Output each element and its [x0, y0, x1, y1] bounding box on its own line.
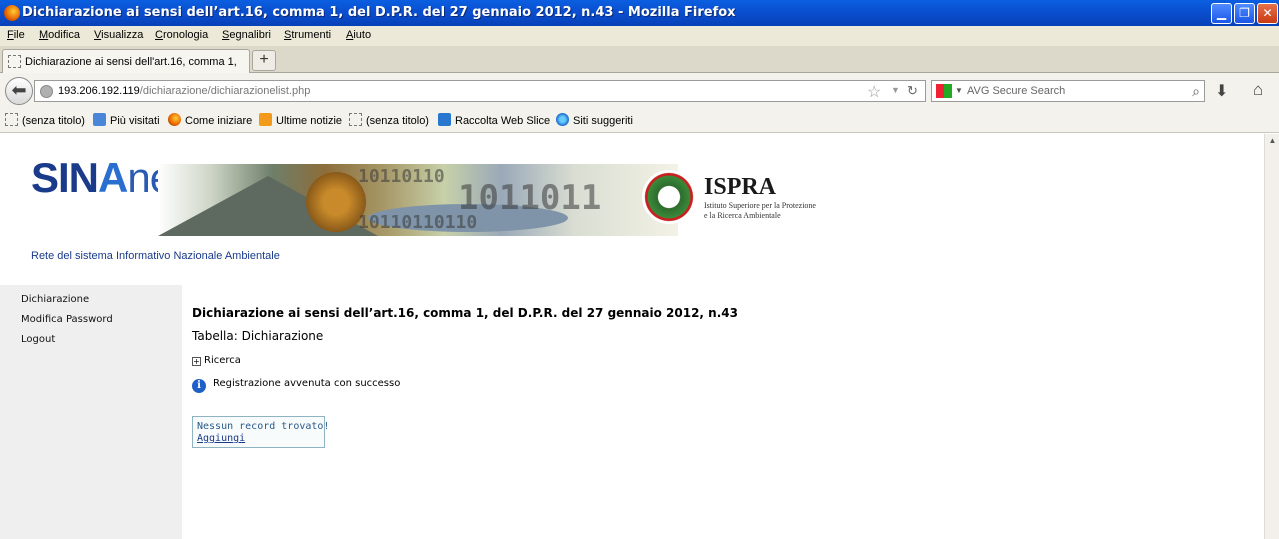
- bookmark-label: (senza titolo): [22, 115, 85, 127]
- most-visited-icon: [93, 113, 106, 126]
- search-engine-dropdown-icon[interactable]: ▼: [955, 86, 963, 95]
- bookmark-label: Raccolta Web Slice: [455, 115, 551, 127]
- menu-file[interactable]: File: [7, 29, 25, 41]
- ispra-name: ISPRA: [704, 174, 777, 200]
- url-host: 193.206.192.119: [58, 85, 140, 97]
- bookmark-siti-suggeriti[interactable]: Siti suggeriti: [556, 113, 633, 127]
- tree-graphic: [306, 172, 366, 232]
- sidebar-item-modifica-password[interactable]: Modifica Password: [21, 314, 113, 325]
- table-title: Tabella: Dichiarazione: [192, 329, 324, 343]
- home-icon[interactable]: ⌂: [1253, 80, 1263, 100]
- url-text[interactable]: 193.206.192.119/dichiarazione/dichiarazi…: [58, 85, 310, 97]
- sidebar-item-dichiarazione[interactable]: Dichiarazione: [21, 294, 89, 305]
- no-records-box: Nessun record trovato! Aggiungi: [192, 416, 329, 448]
- menu-strumenti[interactable]: Strumenti: [284, 29, 331, 41]
- new-tab-button[interactable]: +: [252, 50, 276, 71]
- menu-bar: File Modifica Visualizza Cronologia Segn…: [0, 26, 1279, 46]
- vertical-scrollbar[interactable]: ▲: [1264, 134, 1279, 539]
- page-content: SINAnet 10110110 1011011 10110110110 ISP…: [0, 134, 1264, 539]
- logo-part-a: A: [98, 154, 128, 201]
- reload-icon[interactable]: ↻: [907, 83, 918, 99]
- window-titlebar: Dichiarazione ai sensi dell’art.16, comm…: [0, 0, 1279, 26]
- maximize-button[interactable]: ❐: [1234, 3, 1255, 24]
- firefox-icon: [168, 113, 181, 126]
- ie-icon: [556, 113, 569, 126]
- search-toggle-label: Ricerca: [204, 355, 241, 366]
- binary-digits: 10110110110: [358, 212, 478, 233]
- download-icon[interactable]: ⬇: [1215, 81, 1228, 101]
- sidebar-item-logout[interactable]: Logout: [21, 334, 55, 345]
- tab-bar: Dichiarazione ai sensi dell'art.16, comm…: [0, 46, 1279, 73]
- bookmark-senza-titolo-1[interactable]: (senza titolo): [5, 113, 85, 127]
- magnifier-icon[interactable]: ⌕: [1192, 83, 1200, 100]
- minimize-button[interactable]: ▁: [1211, 3, 1232, 24]
- page-title: Dichiarazione ai sensi dell’art.16, comm…: [192, 306, 738, 320]
- ispra-subtitle-line: Istituto Superiore per la Protezione: [704, 201, 816, 210]
- ispra-subtitle: Istituto Superiore per la Protezione e l…: [704, 201, 816, 221]
- rss-icon: [259, 113, 272, 126]
- back-button[interactable]: ⬅: [5, 77, 33, 105]
- search-placeholder: AVG Secure Search: [967, 85, 1066, 97]
- success-message: i Registrazione avvenuta con successo: [192, 378, 400, 393]
- globe-icon: [40, 85, 53, 98]
- bookmark-raccolta-web-slice[interactable]: Raccolta Web Slice: [438, 113, 550, 127]
- window-title: Dichiarazione ai sensi dell’art.16, comm…: [22, 5, 736, 20]
- blank-page-icon: [349, 113, 362, 126]
- italian-republic-emblem: [642, 170, 696, 224]
- menu-aiuto[interactable]: Aiuto: [346, 29, 371, 41]
- bookmark-star-icon[interactable]: ☆: [867, 82, 881, 102]
- site-tagline: Rete del sistema Informativo Nazionale A…: [31, 250, 280, 262]
- tab-dichiarazione[interactable]: Dichiarazione ai sensi dell'art.16, comm…: [2, 49, 250, 73]
- search-toggle[interactable]: + Ricerca: [192, 355, 241, 366]
- url-bar[interactable]: 193.206.192.119/dichiarazione/dichiarazi…: [34, 80, 926, 102]
- menu-modifica[interactable]: Modifica: [39, 29, 80, 41]
- bookmark-label: Ultime notizie: [276, 115, 343, 127]
- binary-digits: 1011011: [458, 178, 602, 218]
- no-records-message: Nessun record trovato!: [197, 421, 330, 432]
- expand-plus-icon[interactable]: +: [192, 357, 201, 366]
- menu-visualizza[interactable]: Visualizza: [94, 29, 143, 41]
- sidebar: Dichiarazione Modifica Password Logout: [0, 285, 182, 539]
- bookmark-label: Più visitati: [110, 115, 160, 127]
- history-dropdown-icon[interactable]: ▼: [891, 85, 900, 95]
- menu-segnalibri[interactable]: Segnalibri: [222, 29, 271, 41]
- search-engine-icon[interactable]: [936, 84, 952, 98]
- bookmark-come-iniziare[interactable]: Come iniziare: [168, 113, 252, 127]
- bookmark-senza-titolo-2[interactable]: (senza titolo): [349, 113, 429, 127]
- firefox-icon: [4, 5, 20, 21]
- bookmark-label: (senza titolo): [366, 115, 429, 127]
- info-icon: i: [192, 379, 206, 393]
- logo-part-sin: SIN: [31, 154, 99, 201]
- bookmark-ultime-notizie[interactable]: Ultime notizie: [259, 113, 342, 127]
- banner-image: 10110110 1011011 10110110110: [158, 164, 678, 236]
- bookmark-label: Come iniziare: [185, 115, 253, 127]
- close-button[interactable]: ✕: [1257, 3, 1278, 24]
- add-record-link[interactable]: Aggiungi: [197, 433, 245, 444]
- header-banner: SINAnet 10110110 1011011 10110110110 ISP…: [28, 150, 848, 242]
- bookmark-piu-visitati[interactable]: Più visitati: [93, 113, 160, 127]
- bookmarks-toolbar: (senza titolo) Più visitati Come iniziar…: [0, 108, 1279, 133]
- url-path: /dichiarazione/dichiarazionelist.php: [139, 85, 311, 97]
- blank-page-icon: [8, 55, 21, 68]
- ie-webslice-icon: [438, 113, 451, 126]
- navigation-bar: ⬅ 193.206.192.119/dichiarazione/dichiara…: [0, 73, 1279, 108]
- bookmark-label: Siti suggeriti: [573, 115, 633, 127]
- binary-digits: 10110110: [358, 166, 445, 187]
- search-input[interactable]: ▼ AVG Secure Search ⌕: [931, 80, 1205, 102]
- ispra-subtitle-line: e la Ricerca Ambientale: [704, 211, 781, 220]
- scroll-up-arrow-icon[interactable]: ▲: [1267, 136, 1278, 147]
- blank-page-icon: [5, 113, 18, 126]
- tab-label: Dichiarazione ai sensi dell'art.16, comm…: [25, 56, 237, 68]
- menu-cronologia[interactable]: Cronologia: [155, 29, 208, 41]
- success-message-text: Registrazione avvenuta con successo: [213, 378, 401, 389]
